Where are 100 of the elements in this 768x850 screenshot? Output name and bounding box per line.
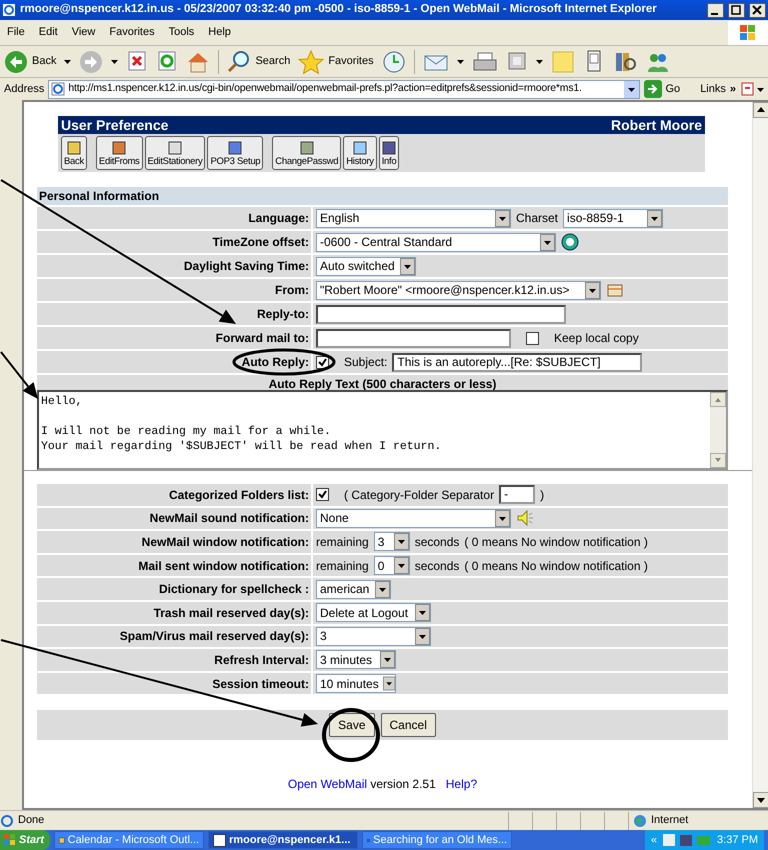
links-button[interactable]: Links » [700,80,736,98]
dropdown-field[interactable]: 10 minutes [316,674,396,694]
zone-text: Internet [651,813,688,828]
tool-button[interactable]: Back [61,136,87,170]
tool-button[interactable]: EditStationery [144,136,206,170]
field-label: Categorized Folders list: [168,488,309,502]
field-label: Language: [248,211,309,225]
field-label: Mail sent window notification: [138,558,309,573]
search-button[interactable]: Search [227,50,290,74]
menu-item[interactable]: Tools [162,24,202,41]
taskbar-item[interactable]: Searching for an Old Mes... [362,831,512,849]
tool-icon [112,140,126,155]
caret-icon[interactable] [456,60,464,64]
tool-button[interactable]: ChangePasswd [272,136,342,170]
field-text: Charset [516,210,558,227]
field-label: Spam/Virus mail reserved day(s): [120,629,309,644]
user-name: Robert Moore [611,116,702,134]
scrollbar[interactable] [752,102,768,808]
speaker-icon[interactable] [516,509,534,528]
dropdown-field[interactable]: "Robert Moore" <rmoore@nspencer.k12.in.us> [316,280,601,300]
tool-button[interactable]: History [343,136,377,170]
caret-icon[interactable] [536,60,543,64]
refresh-icon[interactable] [156,50,178,74]
field-text: remaining [316,534,369,551]
menu-item[interactable]: Help [201,24,238,41]
go-button[interactable]: Go [644,80,680,98]
tray-icons-drawing [662,833,712,847]
taskbar-item[interactable]: rmoore@nspencer.k1... [208,831,358,849]
input-field[interactable]: - [499,485,536,504]
dropdown-field[interactable]: Auto switched [316,256,416,276]
tool-icon [66,140,81,155]
footer-link[interactable]: Open WebMail [288,777,368,792]
dropdown-field[interactable]: american [316,580,391,599]
tool-icon [168,140,182,155]
caret-icon[interactable] [64,60,72,64]
ie-page-icon [0,814,14,828]
status-text: Done [18,813,46,828]
dropdown-field[interactable]: English [316,208,511,228]
close-icon[interactable] [749,2,766,18]
tool-icon[interactable] [740,81,764,97]
annotation-arrow [0,351,38,399]
field-text: Subject: [344,354,388,371]
dropdown-field[interactable]: 3 minutes [316,650,396,670]
clock-text: 3:37 PM [717,832,758,848]
tool-icon [382,140,396,155]
maximize-icon[interactable] [728,2,745,18]
menu-item[interactable]: Edit [32,24,65,41]
version-text: version 2.51 [370,777,436,792]
app-icon [213,834,226,846]
page-title: User Preference [61,116,168,134]
printer-icon[interactable] [472,50,498,74]
ie-page-icon [2,3,16,17]
dropdown-field[interactable]: 3 [316,626,431,646]
menu-item[interactable]: Favorites [102,24,162,41]
minimize-icon[interactable] [707,2,724,18]
address-label: Address [4,82,44,97]
checkbox[interactable] [316,488,329,502]
globe-clock-icon[interactable] [561,233,579,251]
menu-item[interactable]: View [64,24,102,41]
field-label: Trash mail reserved day(s): [154,606,309,620]
taskbar-item[interactable]: Calendar - Microsoft Outl... [54,831,204,849]
star-icon [298,50,324,74]
section-heading: Auto Reply Text (500 characters or less) [37,373,728,390]
text-area[interactable]: Hello, I will not be reading my mail for a while. Your mail regarding '$SUBJECT' will be read when I return. [37,390,728,470]
back-button[interactable]: Back [4,50,56,74]
field-label: Session timeout: [212,676,309,691]
field-text: ( Category-Folder Separator [344,486,494,504]
history-icon[interactable] [382,50,406,74]
annotation-ellipse [322,708,380,762]
field-label: Dictionary for spellcheck : [158,582,309,596]
stop-icon[interactable] [126,50,148,74]
field-label: Refresh Interval: [214,652,309,667]
menu-item[interactable]: File [0,24,32,41]
caret-icon[interactable] [111,60,118,64]
field-text: ( 0 means No window notification ) [464,534,648,551]
address-field[interactable]: http://ms1.nspencer.k12.in.us/cgi-bin/openwebmail/openwebmail-prefs.pl?action=editprefs&sessionid=rmoore*ms1. [48,80,640,98]
tool-icon [300,140,314,155]
input-field[interactable]: This is an autoreply...[Re: $SUBJECT] [392,352,642,372]
help-link[interactable]: Help? [446,777,478,792]
field-label: Forward mail to: [216,331,309,345]
input-field[interactable] [316,304,566,324]
field-text: remaining [316,558,369,575]
dropdown-field[interactable]: -0600 - Central Standard [316,232,556,252]
tool-button[interactable]: POP3 Setup [207,136,264,170]
dropdown-field[interactable]: Delete at Logout [316,603,431,622]
checkbox[interactable] [526,332,539,344]
ie-page-icon [51,82,66,96]
field-label: NewMail sound notification: [150,511,309,526]
field-text: Keep local copy [554,330,639,347]
dropdown-field[interactable]: 3 [374,532,410,552]
tool-icon [352,140,367,155]
dropdown-field[interactable]: iso-8859-1 [563,208,664,228]
input-field[interactable] [316,328,511,348]
form-button[interactable]: Cancel [380,713,436,738]
field-label: Daylight Saving Time: [184,259,309,273]
dropdown-field[interactable]: 0 [374,556,410,576]
dropdown-field[interactable]: None [316,508,511,528]
favorites-button[interactable]: Favorites [298,50,374,74]
tool-button[interactable]: Info [378,136,400,170]
tool-button[interactable]: EditFroms [96,136,143,170]
